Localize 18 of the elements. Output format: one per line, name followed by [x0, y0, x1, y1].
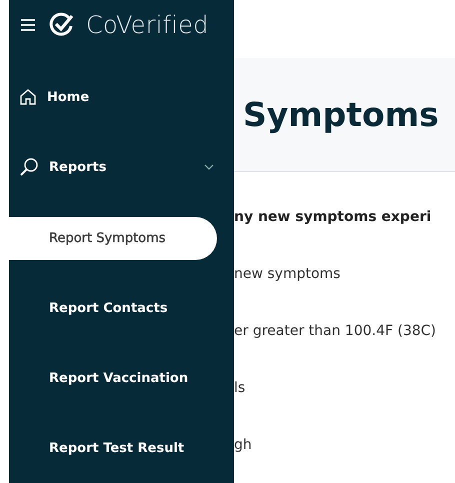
check-circle-icon	[48, 12, 74, 38]
question-text: ny new symptoms experi	[234, 209, 432, 227]
magnifier-icon	[19, 157, 39, 177]
option-label: gh	[234, 437, 253, 455]
home-icon	[19, 88, 37, 106]
option-label: new symptoms	[234, 266, 342, 284]
nav-item[interactable]: Reports	[9, 144, 234, 190]
page-title: Symptoms	[243, 95, 439, 134]
nav-subitem[interactable]: Report Symptoms	[9, 217, 217, 260]
option-label: ls	[234, 380, 246, 398]
option-label: er greater than 100.4F (38C)	[234, 323, 438, 341]
nav-subitem[interactable]: Report Contacts	[9, 287, 217, 330]
chevron-icon[interactable]	[204, 164, 214, 170]
menu-icon[interactable]	[20, 18, 36, 32]
nav-item[interactable]: Home	[9, 74, 234, 120]
nav-subitem[interactable]: Report Vaccination	[9, 357, 217, 400]
brand-name: CoVerified	[86, 11, 209, 39]
nav-subitem[interactable]: Report Test Result	[9, 427, 217, 470]
